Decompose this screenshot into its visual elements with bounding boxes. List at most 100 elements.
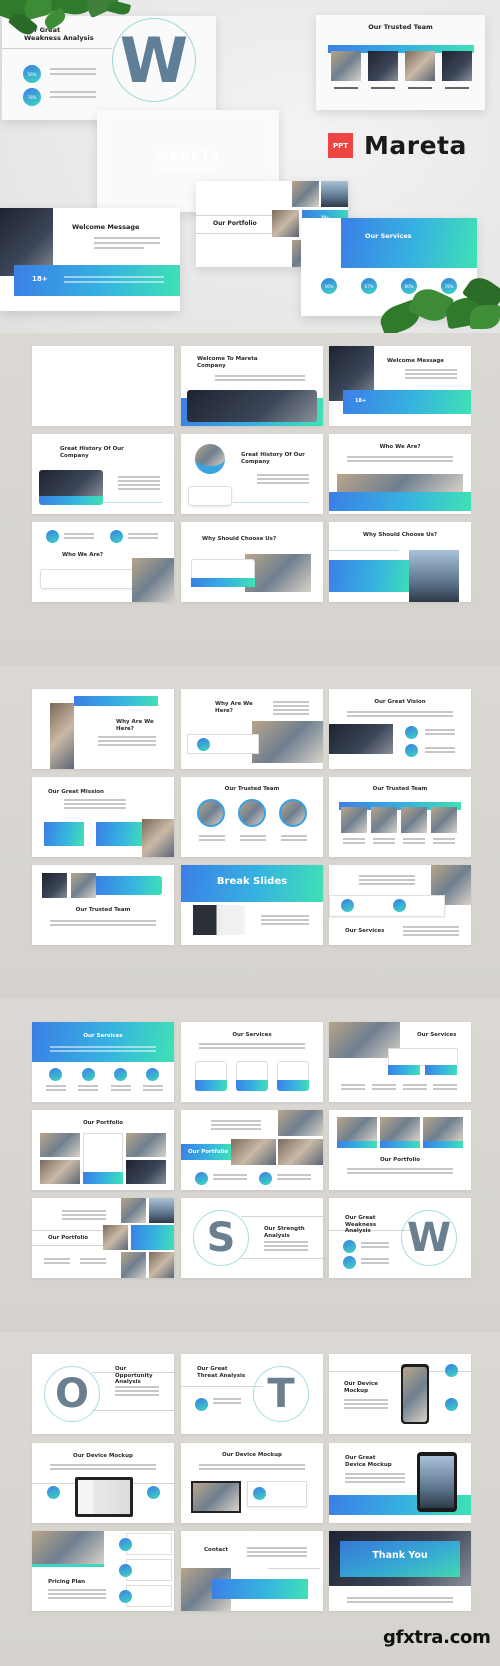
text-line (143, 1085, 163, 1087)
slide-thumbnail[interactable]: Our Portfolio (32, 1110, 174, 1190)
service-circle (341, 899, 354, 912)
slide-thumbnail[interactable]: Our Portfolio (181, 1110, 323, 1190)
text-line (48, 1589, 106, 1591)
slide-thumbnail[interactable]: O Our Opportunity Analysis (32, 1354, 174, 1434)
slide-thumbnail[interactable]: Our Trusted Team (32, 865, 174, 945)
brand-lockup: PPT Mareta (328, 131, 467, 160)
text-line (64, 533, 94, 535)
tablet-screen (420, 1456, 454, 1508)
slide-thumbnail[interactable]: Who We Are? (32, 522, 174, 602)
text-line (78, 1089, 98, 1091)
text-line (343, 842, 365, 844)
text-line (433, 838, 455, 840)
divider (32, 1245, 104, 1246)
text-line (359, 879, 415, 881)
stat-circle (47, 1486, 60, 1499)
slide-thumbnail[interactable]: Our Device Mockup (32, 1443, 174, 1523)
member-photo (331, 51, 361, 81)
portfolio-photo (126, 1133, 166, 1157)
letter-w: W (119, 23, 189, 97)
stat-circle (46, 530, 59, 543)
portfolio-photo (121, 1252, 146, 1278)
member-photo (42, 873, 67, 898)
slide-title: Our Portfolio (188, 1149, 229, 1155)
text-line (199, 1043, 305, 1045)
plan-circle (119, 1590, 132, 1603)
analysis-letter: S (206, 1215, 236, 1261)
text-line (94, 242, 160, 244)
slide-thumbnail[interactable]: Our Services (329, 1022, 471, 1102)
slide-thumbnail[interactable]: Great History Of Our Company (181, 434, 323, 514)
slide-thumbnail[interactable]: Our Services (181, 1022, 323, 1102)
slide-thumbnail[interactable]: Our Great Vision (329, 689, 471, 769)
slide-thumbnail[interactable]: Welcome Message 18+ (329, 346, 471, 426)
slide-thumbnail[interactable]: Who We Are? (329, 434, 471, 514)
slide-thumbnail[interactable]: Thank You (329, 1531, 471, 1611)
text-line (257, 478, 309, 480)
slide-thumbnail[interactable]: Why Are We Here? (181, 689, 323, 769)
services-header (341, 218, 477, 268)
slide-title: Our Great Threat Analysis (197, 1366, 246, 1379)
slide-thumbnail[interactable]: Why Should Choose Us? (329, 522, 471, 602)
text-line (257, 482, 309, 484)
slide-thumbnail[interactable]: Contact (181, 1531, 323, 1611)
slide-title: Our Strength Analysis (264, 1226, 305, 1239)
slide-thumbnail[interactable]: Why Are We Here? (32, 689, 174, 769)
slide-thumbnail[interactable]: Our Device Mockup (329, 1354, 471, 1434)
hero-weakness-slide: Our Great Weakness Analysis 56% 78% W (2, 16, 216, 120)
slide-thumbnail[interactable]: Pricing Plan (32, 1531, 174, 1611)
text-line (50, 1468, 156, 1470)
slide-thumbnail[interactable]: Our Services (32, 1022, 174, 1102)
text-line (277, 1178, 311, 1180)
slide-thumbnail[interactable]: Great History Of Our Company (32, 434, 174, 514)
stat-circle (195, 1172, 208, 1185)
hero-welcome-title: Welcome Message (72, 223, 140, 231)
text-line (345, 1473, 405, 1475)
text-line (277, 1174, 311, 1176)
slide-thumbnail[interactable]: Our Great Mission (32, 777, 174, 857)
service-badge: 67% (361, 278, 377, 294)
hero-team-slide: Our Trusted Team (316, 15, 485, 110)
welcome-stat: 18+ (355, 398, 367, 404)
slide-thumbnail[interactable]: S Our Strength Analysis (181, 1198, 323, 1278)
text-line (50, 73, 96, 75)
slide-thumbnail[interactable]: Our Device Mockup (181, 1443, 323, 1523)
slide-thumbnail[interactable]: Welcome To Mareta Company (181, 346, 323, 426)
slide-thumbnail[interactable]: Our Portfolio (329, 1110, 471, 1190)
slide-thumbnail[interactable]: MARETA (32, 346, 174, 426)
text-line (347, 1601, 453, 1603)
services-header-band (32, 1022, 174, 1062)
text-line (247, 1555, 307, 1557)
slide-thumbnail[interactable]: Our Trusted Team (181, 777, 323, 857)
text-line (264, 1241, 308, 1243)
slide-title: Our Services (345, 928, 385, 934)
text-line (98, 744, 156, 746)
text-line (118, 480, 160, 482)
slide-thumbnail[interactable]: Our Services (329, 865, 471, 945)
text-line (211, 1120, 261, 1122)
text-line (372, 1084, 396, 1086)
text-line (273, 709, 309, 711)
slide-title: Our Device Mockup (73, 1453, 133, 1459)
stat-bar (388, 1065, 420, 1075)
text-line (215, 379, 305, 381)
slide-thumbnail[interactable]: Our Trusted Team (329, 777, 471, 857)
text-line (433, 842, 455, 844)
text-line (405, 377, 457, 379)
text-line (347, 711, 453, 713)
portfolio-photo (423, 1117, 463, 1141)
slide-thumbnail[interactable]: Break Slides (181, 865, 323, 945)
slide-title: Great History Of Our Company (60, 446, 124, 459)
letter-circle: O (44, 1366, 100, 1422)
slide-thumbnail[interactable]: Our Portfolio (32, 1198, 174, 1278)
hero-services-title: Our Services (365, 232, 412, 240)
service-circle (146, 1068, 159, 1081)
slide-thumbnail[interactable]: Why Should Choose Us? (181, 522, 323, 602)
text-line (128, 537, 158, 539)
text-line (359, 875, 415, 877)
info-card (40, 569, 136, 589)
slide-thumbnail[interactable]: Our Great Device Mockup (329, 1443, 471, 1523)
portfolio-photo (40, 1160, 80, 1184)
slide-thumbnail[interactable]: W Our Great Weakness Analysis (329, 1198, 471, 1278)
slide-thumbnail[interactable]: T Our Great Threat Analysis (181, 1354, 323, 1434)
